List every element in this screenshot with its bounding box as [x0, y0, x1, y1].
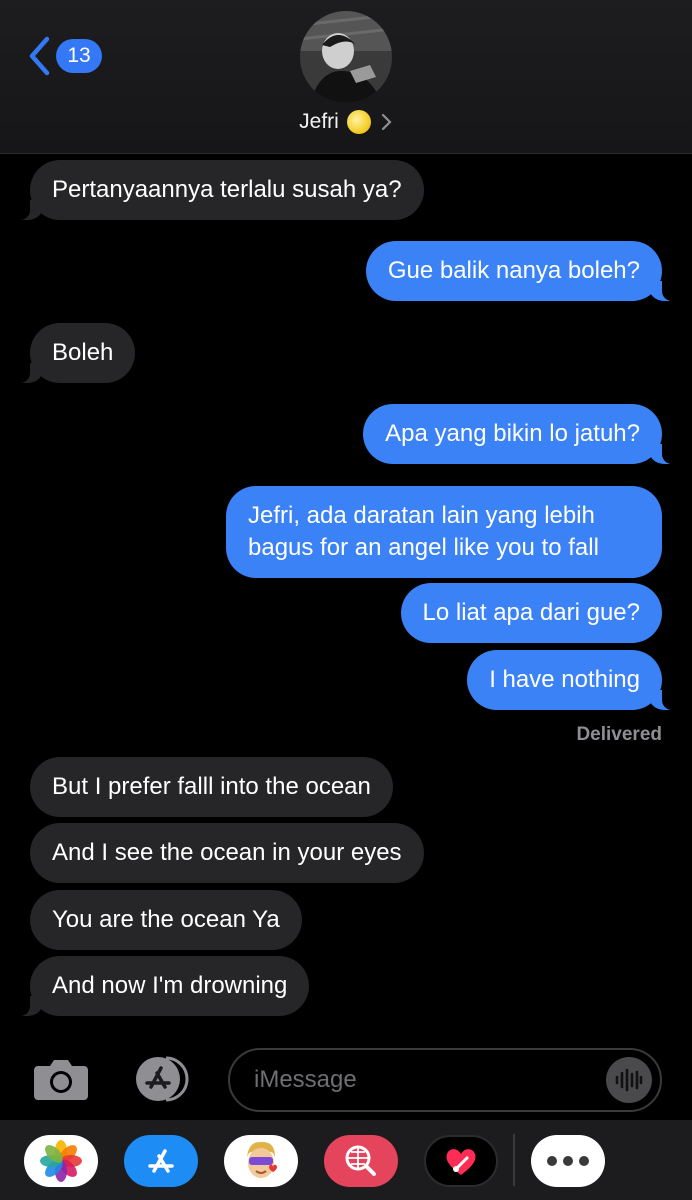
message-bubble-incoming[interactable]: Pertanyaannya terlalu susah ya?	[16, 160, 424, 220]
globe-search-icon	[345, 1145, 376, 1176]
message-bubble-outgoing[interactable]: Apa yang bikin lo jatuh?	[363, 404, 676, 464]
image-search-app-button[interactable]	[324, 1135, 398, 1187]
message-bubble-outgoing[interactable]: I have nothing	[467, 650, 676, 710]
memoji-app-button[interactable]	[224, 1135, 298, 1187]
digital-touch-app-button[interactable]	[424, 1135, 498, 1187]
message-input-field[interactable]	[228, 1048, 662, 1112]
unread-count-badge: 13	[56, 39, 102, 73]
contact-name: Jefri	[299, 110, 339, 133]
back-button[interactable]: 13	[28, 36, 102, 76]
drawer-divider	[513, 1134, 515, 1186]
camera-icon	[34, 1060, 88, 1100]
camera-button[interactable]	[32, 1056, 90, 1102]
more-apps-button[interactable]	[531, 1135, 605, 1187]
imessage-input[interactable]	[254, 1050, 614, 1110]
more-dots-icon	[547, 1156, 589, 1166]
message-bubble-incoming[interactable]: But I prefer falll into the ocean	[30, 757, 393, 817]
contact-name-row[interactable]: Jefri	[0, 110, 692, 134]
app-store-a-icon	[148, 1149, 174, 1173]
moon-icon	[346, 110, 371, 134]
delivered-status: Delivered	[576, 724, 662, 745]
message-bubble-outgoing[interactable]: Gue balik nanya boleh?	[365, 241, 677, 301]
message-bubble-incoming[interactable]: And now I'm drowning	[15, 956, 310, 1016]
imessage-app-drawer	[0, 1120, 692, 1200]
contact-avatar[interactable]	[300, 11, 392, 103]
message-bubble-incoming[interactable]: And I see the ocean in your eyes	[30, 823, 424, 883]
message-bubble-outgoing[interactable]: Lo liat apa dari gue?	[400, 583, 662, 643]
memoji-icon	[247, 1141, 277, 1178]
photos-app-button[interactable]	[24, 1135, 98, 1187]
message-bubble-incoming[interactable]: Boleh	[15, 323, 136, 383]
photos-icon	[40, 1140, 82, 1182]
heart-touch-icon	[446, 1149, 476, 1175]
audio-message-button[interactable]	[606, 1057, 652, 1103]
chevron-left-icon	[29, 36, 50, 76]
waveform-icon	[615, 1068, 643, 1092]
app-store-button[interactable]	[130, 1056, 194, 1102]
chevron-right-icon	[381, 113, 392, 131]
message-bubble-incoming[interactable]: You are the ocean Ya	[30, 890, 302, 950]
conversation-header: 13 Jefri	[0, 0, 692, 154]
message-bubble-outgoing[interactable]: Jefri, ada daratan lain yang lebih bagus…	[226, 486, 662, 578]
app-store-app-button[interactable]	[124, 1135, 198, 1187]
app-store-icon	[136, 1056, 189, 1102]
